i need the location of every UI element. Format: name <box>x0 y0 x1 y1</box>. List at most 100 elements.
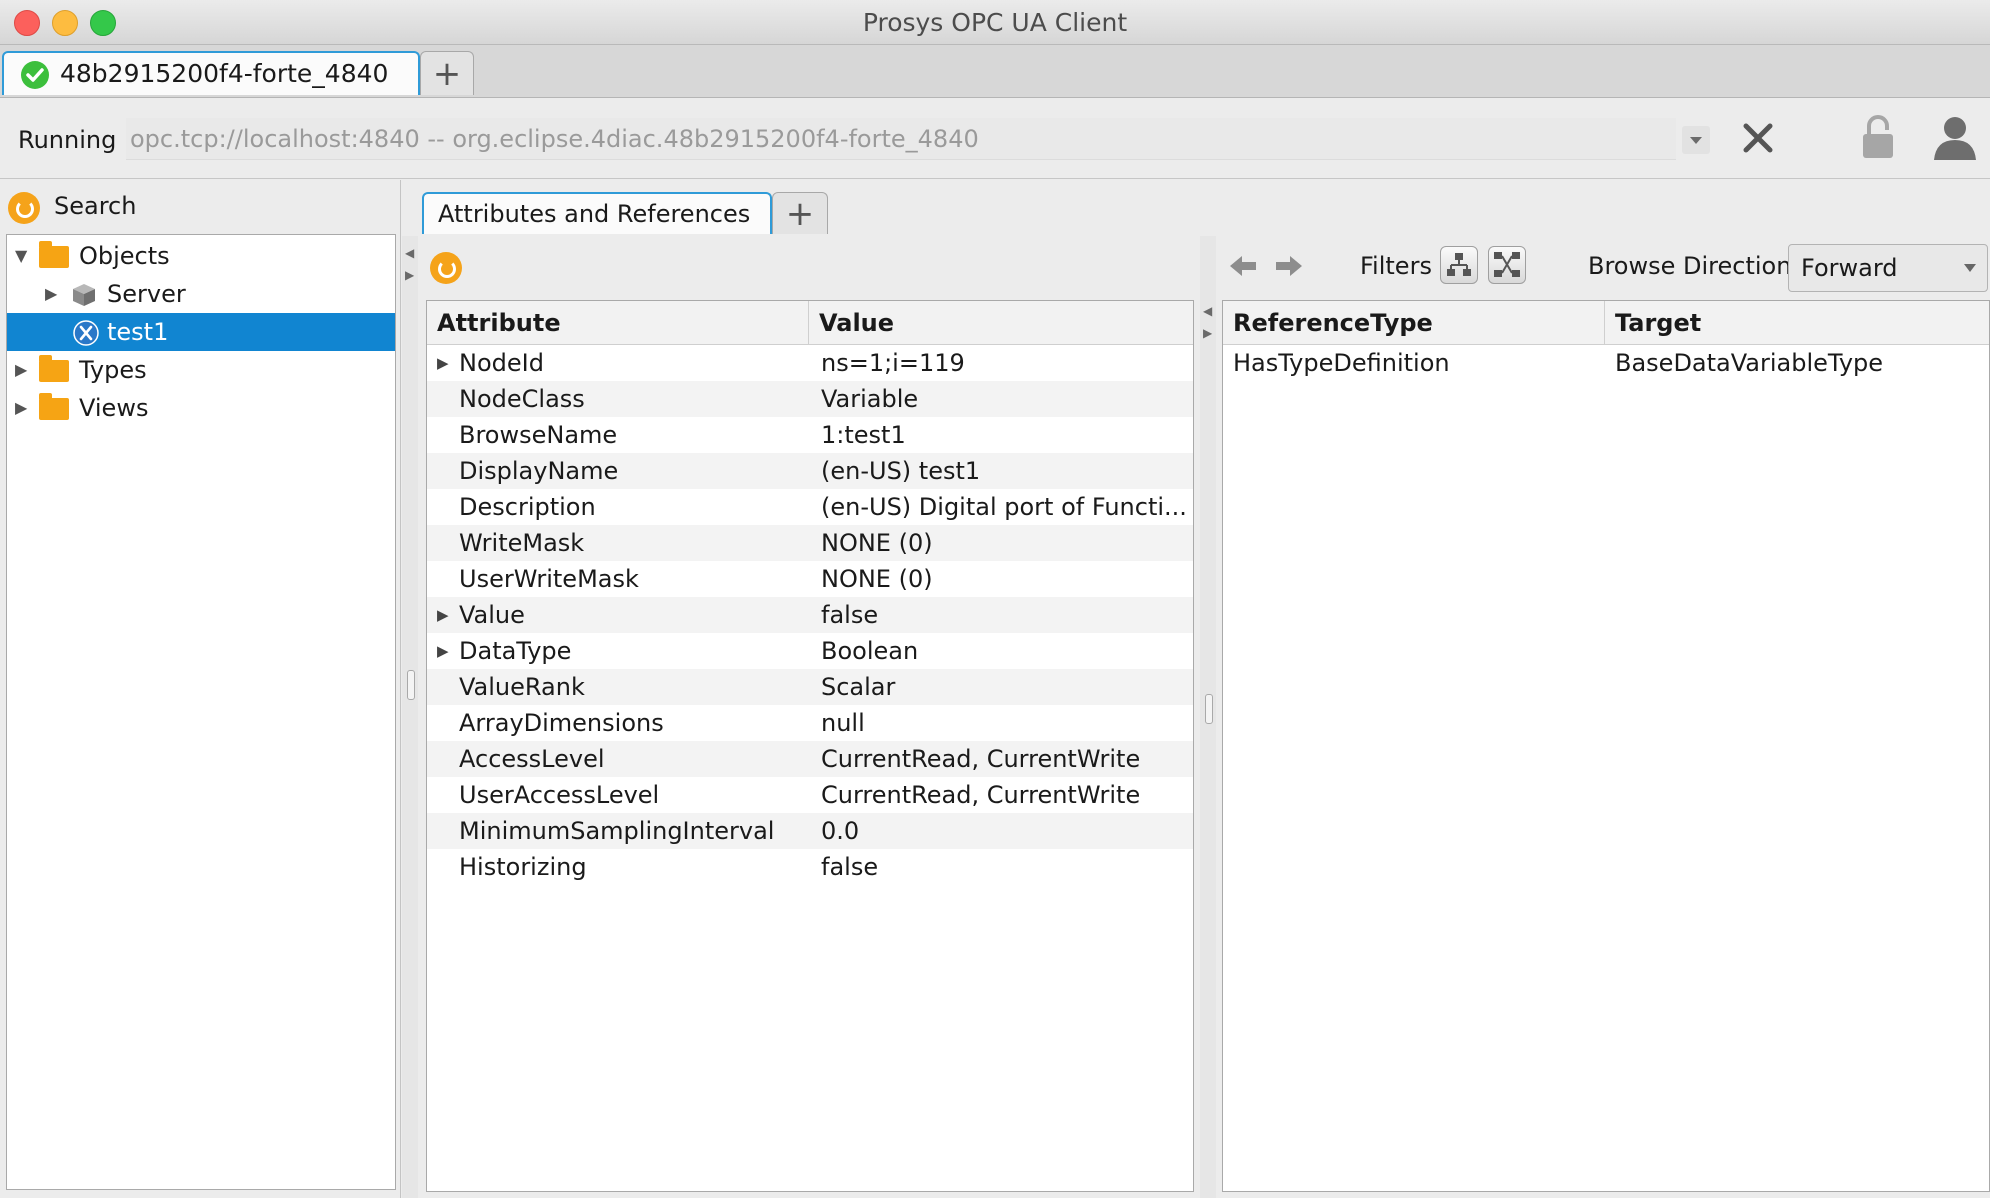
expand-right-arrow-icon[interactable]: ▶ <box>405 268 414 282</box>
attribute-name-cell: BrowseName <box>459 421 618 449</box>
table-row[interactable]: NodeClass Variable <box>427 381 1193 417</box>
address-dropdown-button[interactable] <box>1682 126 1710 154</box>
left-splitter[interactable]: ◀ ▶ <box>402 236 418 1198</box>
table-row[interactable]: Description (en-US) Digital port of Funct… <box>427 489 1193 525</box>
table-row[interactable]: ▶ DataType Boolean <box>427 633 1193 669</box>
collapsed-arrow-icon[interactable]: ▶ <box>45 275 57 313</box>
search-label[interactable]: Search <box>54 192 136 220</box>
splitter-grip[interactable] <box>407 670 415 700</box>
collapsed-arrow-icon[interactable]: ▶ <box>15 389 27 427</box>
attribute-value-cell: CurrentRead, CurrentWrite <box>821 781 1141 809</box>
expanded-arrow-icon[interactable]: ▼ <box>15 237 27 275</box>
attribute-name-cell: DisplayName <box>459 457 619 485</box>
table-row[interactable]: MinimumSamplingInterval 0.0 <box>427 813 1193 849</box>
attribute-value-cell: ns=1;i=119 <box>821 349 965 377</box>
tree-node-label: Views <box>79 394 149 422</box>
server-address-field[interactable]: opc.tcp://localhost:4840 -- org.eclipse.… <box>126 118 1676 160</box>
attribute-name-cell: ArrayDimensions <box>459 709 664 737</box>
connected-check-icon <box>21 61 49 89</box>
attribute-value-cell: false <box>821 601 879 629</box>
chevron-down-icon <box>1690 137 1702 144</box>
attributes-panel: Attribute Value ▶ NodeId ns=1;i=119 NodeCla… <box>422 236 1198 1198</box>
connection-tab-bar: 48b2915200f4-forte_4840 + <box>0 45 1990 98</box>
expand-arrow-icon[interactable]: ▶ <box>437 633 449 669</box>
attribute-name-cell: NodeId <box>459 349 544 377</box>
table-row[interactable]: BrowseName 1:test1 <box>427 417 1193 453</box>
lock-icon[interactable] <box>1858 114 1898 162</box>
back-arrow-icon[interactable] <box>1228 252 1258 280</box>
window-title: Prosys OPC UA Client <box>862 8 1128 37</box>
tree-node-types[interactable]: ▶ Types <box>7 351 395 389</box>
column-header-value[interactable]: Value <box>809 301 1193 345</box>
expand-arrow-icon[interactable]: ▶ <box>437 345 449 381</box>
attribute-value-cell: Boolean <box>821 637 919 665</box>
tree-node-server[interactable]: ▶ Server <box>7 275 395 313</box>
table-row[interactable]: ArrayDimensions null <box>427 705 1193 741</box>
attribute-value-cell: null <box>821 709 865 737</box>
tree-node-label: Server <box>107 280 186 308</box>
attribute-value-cell: false <box>821 853 879 881</box>
search-refresh-icon[interactable] <box>8 192 40 224</box>
attribute-name-cell: UserWriteMask <box>459 565 639 593</box>
hierarchy-icon <box>1447 253 1471 276</box>
reference-target-cell: BaseDataVariableType <box>1615 349 1884 377</box>
table-row[interactable]: WriteMask NONE (0) <box>427 525 1193 561</box>
table-row[interactable]: ValueRank Scalar <box>427 669 1193 705</box>
collapse-left-arrow-icon[interactable]: ◀ <box>405 246 414 260</box>
attribute-value-cell: (en-US) Digital port of Functi... <box>821 493 1187 521</box>
table-row[interactable]: UserWriteMask NONE (0) <box>427 561 1193 597</box>
refresh-attributes-icon[interactable] <box>430 252 462 284</box>
tab-label: Attributes and References <box>438 200 751 228</box>
add-connection-tab-button[interactable]: + <box>420 51 474 95</box>
table-row[interactable]: AccessLevel CurrentRead, CurrentWrite <box>427 741 1193 777</box>
column-header-target[interactable]: Target <box>1605 301 1989 345</box>
table-row[interactable]: DisplayName (en-US) test1 <box>427 453 1193 489</box>
table-row[interactable]: ▶ NodeId ns=1;i=119 <box>427 345 1193 381</box>
tree-node-label: Types <box>79 356 147 384</box>
tree-node-test1[interactable]: test1 <box>7 313 395 351</box>
middle-splitter[interactable]: ◀ ▶ <box>1200 236 1216 1198</box>
expand-arrow-icon[interactable]: ▶ <box>437 597 449 633</box>
attribute-name-cell: WriteMask <box>459 529 585 557</box>
column-header-attribute[interactable]: Attribute <box>427 301 809 345</box>
tree-node-objects[interactable]: ▼ Objects <box>7 237 395 275</box>
table-row[interactable]: ▶ Value false <box>427 597 1193 633</box>
connection-tab[interactable]: 48b2915200f4-forte_4840 <box>2 51 420 95</box>
add-view-tab-button[interactable]: + <box>772 192 828 234</box>
collapsed-arrow-icon[interactable]: ▶ <box>15 351 27 389</box>
non-hierarchy-filter-button[interactable] <box>1488 246 1526 284</box>
object-cube-icon <box>73 284 95 306</box>
plus-icon: + <box>785 193 815 234</box>
attribute-name-cell: Historizing <box>459 853 587 881</box>
browse-direction-select[interactable]: Forward <box>1788 244 1988 292</box>
attribute-value-cell: NONE (0) <box>821 529 933 557</box>
references-panel: Filters Browse Direction Forward Referen… <box>1218 236 1990 1198</box>
disconnect-x-icon[interactable] <box>1738 118 1778 158</box>
tree-node-views[interactable]: ▶ Views <box>7 389 395 427</box>
address-space-tree[interactable]: ▼ Objects ▶ Server test1 ▶ Types ▶ Views <box>6 234 396 1190</box>
attribute-value-cell: 0.0 <box>821 817 860 845</box>
forward-arrow-icon[interactable] <box>1274 252 1304 280</box>
folder-icon <box>39 393 69 420</box>
reference-type-cell: HasTypeDefinition <box>1233 349 1450 377</box>
attribute-value-cell: CurrentRead, CurrentWrite <box>821 745 1141 773</box>
tree-node-label: Objects <box>79 242 170 270</box>
user-icon[interactable] <box>1932 114 1978 162</box>
table-row[interactable]: HasTypeDefinition BaseDataVariableType <box>1223 345 1989 381</box>
collapse-left-arrow-icon[interactable]: ◀ <box>1203 304 1212 318</box>
address-space-panel: Search ▼ Objects ▶ Server test1 ▶ Types … <box>0 180 401 1198</box>
attribute-value-cell: 1:test1 <box>821 421 906 449</box>
chevron-down-icon <box>1964 264 1976 272</box>
connection-toolbar: Running opc.tcp://localhost:4840 -- org.… <box>0 98 1990 179</box>
tab-attributes-and-references[interactable]: Attributes and References <box>422 192 772 234</box>
tree-node-label: test1 <box>107 318 169 346</box>
hierarchy-filter-button[interactable] <box>1440 246 1478 284</box>
view-tab-bar: Attributes and References + <box>420 188 1990 236</box>
splitter-grip[interactable] <box>1205 694 1213 724</box>
attributes-table: Attribute Value ▶ NodeId ns=1;i=119 NodeCla… <box>426 300 1194 1192</box>
table-row[interactable]: UserAccessLevel CurrentRead, CurrentWrite <box>427 777 1193 813</box>
column-header-reference-type[interactable]: ReferenceType <box>1223 301 1605 345</box>
table-row[interactable]: Historizing false <box>427 849 1193 885</box>
expand-right-arrow-icon[interactable]: ▶ <box>1203 326 1212 340</box>
browse-direction-value: Forward <box>1801 254 1898 282</box>
